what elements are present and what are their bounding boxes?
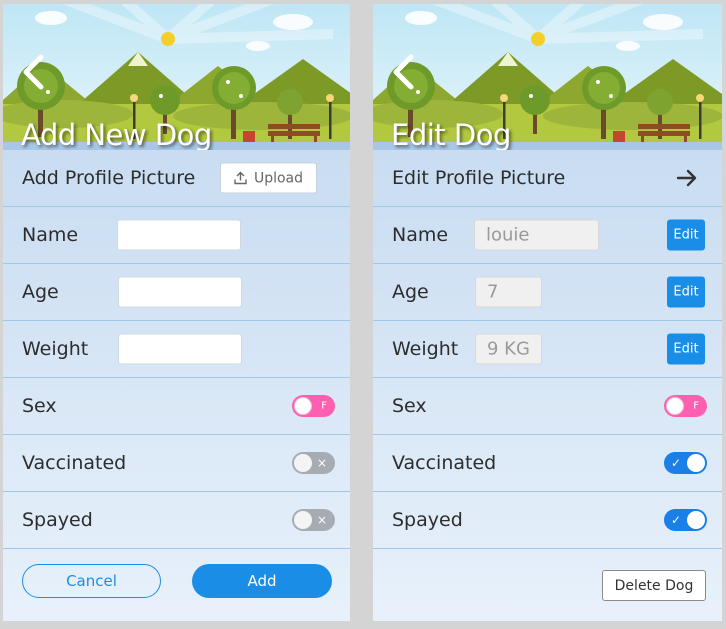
sex-toggle[interactable]: F [292, 395, 335, 417]
toggle-knob [294, 454, 312, 472]
name-input[interactable]: louie [474, 219, 599, 251]
toggle-knob [687, 511, 705, 529]
age-row: Age [3, 264, 350, 321]
name-input[interactable] [117, 219, 241, 251]
vaccinated-toggle[interactable]: × [292, 452, 335, 474]
toggle-knob [687, 454, 705, 472]
page-title: Edit Dog [391, 118, 511, 150]
cancel-button[interactable]: Cancel [22, 564, 161, 598]
age-label: Age [22, 281, 59, 303]
sex-label: Sex [392, 395, 427, 417]
sex-row: Sex F [373, 378, 722, 435]
toggle-knob [666, 397, 684, 415]
delete-dog-button[interactable]: Delete Dog [602, 570, 706, 601]
spayed-row: Spayed × [3, 492, 350, 549]
weight-row: Weight 9 KG Edit [373, 321, 722, 378]
sex-label: Sex [22, 395, 57, 417]
weight-input[interactable] [118, 333, 242, 365]
vaccinated-row: Vaccinated ✓ [373, 435, 722, 492]
edit-dog-form: Edit Profile Picture Name louie Edit Age… [373, 150, 722, 549]
weight-input[interactable]: 9 KG [475, 333, 542, 365]
profile-picture-label: Edit Profile Picture [392, 167, 566, 189]
edit-age-button[interactable]: Edit [667, 276, 705, 308]
weight-label: Weight [22, 338, 89, 360]
sex-toggle-text: F [693, 400, 699, 412]
vaccinated-toggle[interactable]: ✓ [664, 452, 707, 474]
name-label: Name [392, 224, 449, 246]
weight-label: Weight [392, 338, 459, 360]
park-header-illustration: Add New Dog [3, 4, 350, 150]
spayed-toggle[interactable]: ✓ [664, 509, 707, 531]
sex-toggle-text: F [321, 400, 327, 412]
weight-row: Weight [3, 321, 350, 378]
check-icon: ✓ [671, 513, 682, 527]
vaccinated-label: Vaccinated [392, 452, 497, 474]
park-header-illustration: Edit Dog [373, 4, 722, 150]
spayed-label: Spayed [22, 509, 93, 531]
add-dog-panel: Add New Dog Add Profile Picture Upload N… [3, 4, 350, 621]
edit-weight-button[interactable]: Edit [667, 333, 705, 365]
back-chevron-icon[interactable] [387, 52, 421, 92]
edit-form-actions: Delete Dog [373, 557, 722, 621]
age-label: Age [392, 281, 429, 303]
page-title: Add New Dog [21, 118, 212, 150]
name-label: Name [22, 224, 79, 246]
profile-picture-row: Add Profile Picture Upload [3, 150, 350, 207]
x-icon: × [316, 513, 327, 527]
profile-picture-label: Add Profile Picture [22, 167, 196, 189]
toggle-knob [294, 397, 312, 415]
arrow-right-icon[interactable] [676, 168, 698, 188]
vaccinated-row: Vaccinated × [3, 435, 350, 492]
name-row: Name [3, 207, 350, 264]
x-icon: × [316, 456, 327, 470]
name-row: Name louie Edit [373, 207, 722, 264]
spayed-label: Spayed [392, 509, 463, 531]
profile-picture-row[interactable]: Edit Profile Picture [373, 150, 722, 207]
upload-label: Upload [253, 170, 304, 186]
age-input[interactable] [118, 276, 242, 308]
age-input[interactable]: 7 [475, 276, 542, 308]
back-chevron-icon[interactable] [17, 52, 51, 92]
vaccinated-label: Vaccinated [22, 452, 127, 474]
add-form-actions: Cancel Add [3, 557, 350, 621]
check-icon: ✓ [671, 456, 682, 470]
toggle-knob [294, 511, 312, 529]
sex-row: Sex F [3, 378, 350, 435]
add-button[interactable]: Add [192, 564, 332, 598]
edit-dog-panel: Edit Dog Edit Profile Picture Name louie… [373, 4, 722, 621]
sex-toggle[interactable]: F [664, 395, 707, 417]
age-row: Age 7 Edit [373, 264, 722, 321]
edit-name-button[interactable]: Edit [667, 219, 705, 251]
upload-button[interactable]: Upload [220, 162, 317, 194]
spayed-toggle[interactable]: × [292, 509, 335, 531]
spayed-row: Spayed ✓ [373, 492, 722, 549]
add-dog-form: Add Profile Picture Upload Name Age Weig… [3, 150, 350, 549]
upload-icon [234, 171, 247, 185]
